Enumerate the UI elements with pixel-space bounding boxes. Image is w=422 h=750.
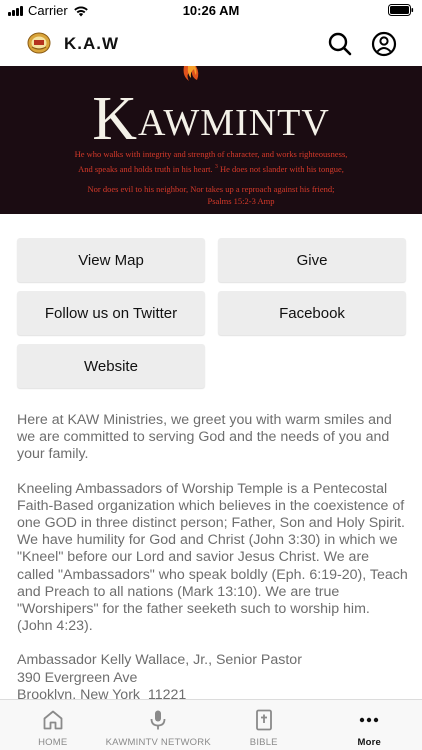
status-time: 10:26 AM: [182, 3, 240, 18]
tab-network[interactable]: KAWMINTV NETWORK: [106, 700, 212, 750]
app-title: K.A.W: [64, 34, 120, 53]
banner-verse: He who walks with integrity and strength…: [0, 148, 422, 208]
bible-icon: [255, 709, 272, 731]
tab-home[interactable]: HOME: [0, 700, 106, 750]
tab-more[interactable]: More: [317, 700, 422, 750]
twitter-button[interactable]: Follow us on Twitter: [17, 291, 205, 335]
tab-more-label: More: [357, 737, 381, 748]
website-button[interactable]: Website: [17, 344, 205, 388]
account-icon[interactable]: [371, 31, 397, 57]
battery-icon: [388, 4, 414, 19]
tab-bar: HOME KAWMINTV NETWORK BIBLE More: [0, 699, 422, 750]
street-line: 390 Evergreen Ave: [17, 669, 138, 686]
verse-line-1: He who walks with integrity and strength…: [74, 149, 348, 159]
verse-number: 3: [214, 163, 218, 170]
tab-bible[interactable]: BIBLE: [211, 700, 317, 750]
pastor-line: Ambassador Kelly Wallace, Jr., Senior Pa…: [17, 652, 302, 669]
verse-line-2b: He does not slander with his tongue,: [219, 163, 344, 174]
tab-bible-label: BIBLE: [249, 737, 278, 748]
banner-brand-initial: K: [92, 85, 138, 153]
status-bar: Carrier 10:26 AM: [0, 0, 422, 22]
tab-network-label: KAWMINTV NETWORK: [105, 737, 211, 748]
verse-reference: Psalms 15:2-3 Amp: [207, 196, 275, 207]
banner-brand: KAWMINTV: [0, 84, 422, 155]
about-paragraph: Kneeling Ambassadors of Worship Temple i…: [17, 480, 408, 635]
verse-line-2a: And speaks and holds truth in his heart.: [78, 163, 213, 174]
tab-home-label: HOME: [38, 737, 68, 748]
app-header: K.A.W: [0, 22, 422, 66]
give-button[interactable]: Give: [218, 238, 406, 282]
church-logo-icon: [27, 32, 51, 54]
hero-banner: KAWMINTV He who walks with integrity and…: [0, 66, 422, 214]
more-icon: [360, 717, 379, 723]
verse-line-3: Nor does evil to his neighbor, Nor takes…: [87, 183, 335, 194]
home-icon: [43, 710, 63, 730]
search-icon[interactable]: [327, 31, 353, 57]
about-content: Here at KAW Ministries, we greet you wit…: [17, 412, 409, 704]
facebook-button[interactable]: Facebook: [218, 291, 406, 335]
view-map-button[interactable]: View Map: [17, 238, 205, 282]
microphone-icon: [150, 710, 166, 730]
banner-brand-rest: AWMINTV: [137, 102, 330, 144]
verse-line-2: And speaks and holds truth in his heart.…: [0, 161, 422, 175]
address-block: Ambassador Kelly Wallace, Jr., Senior Pa…: [17, 652, 409, 704]
intro-paragraph: Here at KAW Ministries, we greet you wit…: [17, 412, 392, 463]
